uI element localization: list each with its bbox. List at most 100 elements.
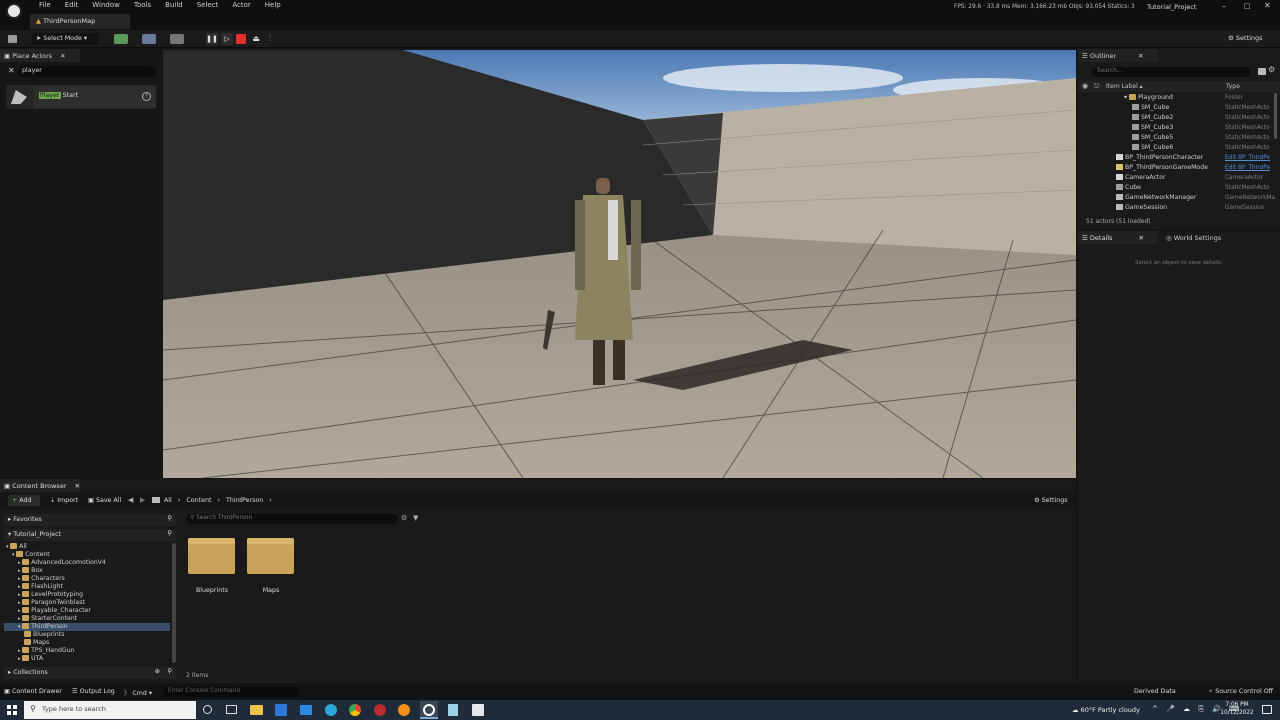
folder-tree-item[interactable]: ▾ All [4, 543, 170, 551]
outliner-row[interactable]: ▾ Playground [1124, 93, 1173, 103]
outliner-row[interactable]: SM_Cube3 [1132, 123, 1173, 133]
asset-tile[interactable]: Maps [245, 535, 297, 595]
outliner-row[interactable]: SM_Cube2 [1132, 113, 1173, 123]
save-all-button[interactable]: ▣ Save All [88, 497, 121, 504]
outliner-row[interactable]: CameraActor [1116, 173, 1166, 183]
cmd-dropdown[interactable]: 〉 Cmd ▾ [124, 688, 152, 697]
folder-tree-item[interactable]: ▸ StarterContent [4, 615, 170, 623]
outliner-row[interactable]: Cube [1116, 183, 1141, 193]
outliner-row[interactable]: SM_Cube5 [1132, 133, 1173, 143]
menu-file[interactable]: File [32, 0, 58, 12]
asset-tile[interactable]: Blueprints [186, 535, 238, 595]
search-icon[interactable]: ⚲ [167, 515, 172, 522]
outliner-row[interactable]: GameSession [1116, 203, 1167, 213]
folder-tree-item[interactable]: ▸ FlashLight [4, 583, 170, 591]
menu-help[interactable]: Help [258, 0, 288, 12]
outliner-row[interactable]: GameNetworkManager [1116, 193, 1196, 203]
notifications-icon[interactable] [1262, 705, 1272, 714]
cortana-icon[interactable] [203, 705, 212, 714]
stop-button[interactable] [236, 34, 246, 44]
select-mode-dropdown[interactable]: ➤ Select Mode ▾ [32, 33, 98, 45]
store-icon[interactable] [275, 704, 287, 716]
settings-gear-icon[interactable]: ⚙ [1268, 65, 1275, 74]
taskbar-search[interactable]: ⚲ Type here to search [24, 701, 196, 719]
close-tab-icon[interactable]: ✕ [60, 52, 65, 60]
edit-blueprint-link[interactable]: Edit BP_ThirdPe [1225, 155, 1270, 161]
add-folder-icon[interactable] [1258, 68, 1266, 75]
eject-button[interactable]: ⏏ [250, 33, 262, 45]
close-tab-icon[interactable]: ✕ [75, 482, 80, 490]
maximize-button[interactable]: □ [1244, 2, 1251, 10]
col-item-label[interactable]: Item Label ▴ [1106, 83, 1143, 90]
actor-result-item[interactable]: Player Start ? [6, 85, 156, 109]
menu-edit[interactable]: Edit [58, 0, 86, 12]
col-type[interactable]: Type [1226, 83, 1240, 90]
close-tab-icon[interactable]: ✕ [1138, 52, 1143, 60]
cb-settings-button[interactable]: ⚙ Settings [1034, 497, 1068, 504]
level-viewport[interactable] [163, 50, 1076, 478]
history-back-icon[interactable]: ◀ [128, 496, 133, 504]
blender-icon[interactable] [398, 704, 410, 716]
outliner-row[interactable]: BP_ThirdPersonGameMode [1116, 163, 1208, 173]
unreal-logo-icon[interactable] [6, 3, 22, 19]
weather-widget[interactable]: ☁ 60°F Partly cloudy [1072, 706, 1140, 714]
collections-header[interactable]: ▸ Collections ⊕ ⚲ [4, 667, 176, 679]
folder-tree-item[interactable]: ▸ TPS_HandGun [4, 647, 170, 655]
source-control-button[interactable]: ⚬ Source Control Off [1208, 688, 1273, 695]
chrome-icon[interactable] [349, 704, 361, 716]
content-browser-tab[interactable]: ▣ Content Browser ✕ [0, 479, 80, 492]
search-icon[interactable]: ⚲ [167, 668, 172, 675]
console-input[interactable]: Enter Console Command [164, 687, 298, 697]
folder-tree-item[interactable]: Blueprints [4, 631, 170, 639]
close-tab-icon[interactable]: ✕ [1139, 234, 1144, 242]
cinematics-icon[interactable] [170, 34, 184, 44]
asset-search-input[interactable]: ⚲ Search ThirdPerson [186, 514, 398, 524]
outliner-row[interactable]: SM_Cube [1132, 103, 1169, 113]
project-header[interactable]: ▾ Tutorial_Project ⚲ [4, 529, 176, 541]
settings-button[interactable]: ⚙ Settings [1228, 34, 1263, 42]
outliner-search-input[interactable]: Search... [1092, 67, 1250, 77]
minimize-button[interactable]: – [1222, 2, 1226, 11]
add-actor-icon[interactable] [114, 34, 128, 44]
crumb-all[interactable]: All [164, 497, 172, 504]
search-icon[interactable]: ⚲ [167, 530, 172, 537]
outliner-row[interactable]: SM_Cube6 [1132, 143, 1173, 153]
folder-tree-item[interactable]: ▸ LevelPrototyping [4, 591, 170, 599]
menu-actor[interactable]: Actor [225, 0, 257, 12]
favorites-header[interactable]: ▸ Favorites ⚲ [4, 514, 176, 526]
recorder-icon[interactable] [374, 704, 386, 716]
help-icon[interactable]: ? [142, 92, 151, 101]
folder-tree-item[interactable]: ▸ UTA [4, 655, 170, 663]
app-icon[interactable] [472, 704, 484, 716]
filter-icon[interactable]: ▼ [413, 514, 418, 522]
add-button[interactable]: + Add [8, 495, 40, 506]
folder-tree-item[interactable]: ▾ Content [4, 551, 170, 559]
outliner-row[interactable]: BP_ThirdPersonCharacter [1116, 153, 1203, 163]
output-log-button[interactable]: ☰ Output Log [72, 688, 115, 695]
crumb-content[interactable]: Content [186, 497, 211, 504]
clear-search-icon[interactable]: ✕ [8, 66, 15, 75]
clock[interactable]: 7:06 PM 10/12/2022 [1220, 701, 1254, 717]
content-drawer-button[interactable]: ▣ Content Drawer [4, 688, 62, 695]
folder-tree-item[interactable]: ▸ Box [4, 567, 170, 575]
folder-tree-item[interactable]: ▸ AdvancedLocomotionV4 [4, 559, 170, 567]
file-explorer-icon[interactable] [250, 705, 263, 715]
notepad-icon[interactable] [448, 704, 458, 716]
visibility-eye-icon[interactable]: ◉ [1082, 82, 1088, 90]
folder-tree-item[interactable]: ▾ ThirdPerson [4, 623, 170, 631]
menu-window[interactable]: Window [85, 0, 127, 12]
pause-button[interactable]: ❚❚ [206, 33, 218, 45]
windows-start-icon[interactable] [7, 705, 17, 715]
more-options-icon[interactable]: ⋮ [266, 33, 274, 42]
save-icon[interactable] [8, 35, 17, 43]
add-collection-icon[interactable]: ⊕ [155, 668, 160, 675]
import-button[interactable]: ⇣ Import [50, 497, 78, 504]
tab-details[interactable]: ☰ Details ✕ [1078, 231, 1158, 244]
menu-tools[interactable]: Tools [127, 0, 158, 12]
history-forward-icon[interactable]: ▶ [140, 496, 145, 504]
blueprint-icon[interactable] [142, 34, 156, 44]
folder-browse-icon[interactable] [152, 497, 160, 503]
outliner-scrollbar[interactable] [1274, 93, 1277, 139]
derived-data-button[interactable]: Derived Data [1134, 688, 1176, 695]
folder-tree-item[interactable]: ▸ ParagonTwinblast [4, 599, 170, 607]
